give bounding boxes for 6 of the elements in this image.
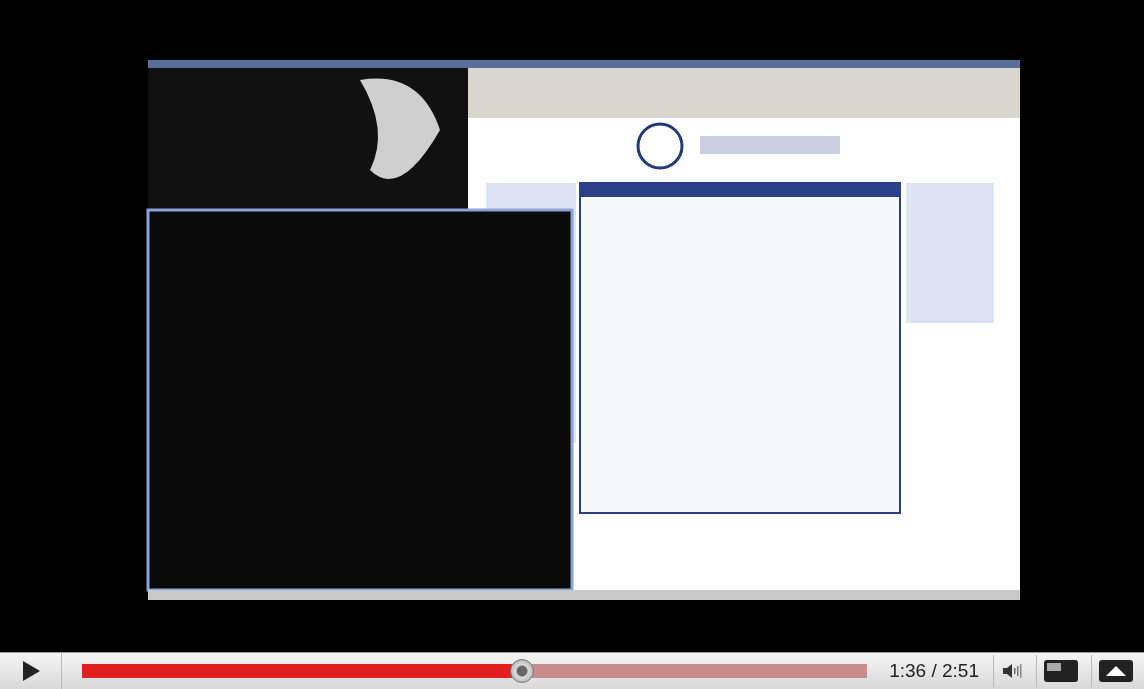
expand-icon xyxy=(1098,659,1134,683)
time-display: 1:36 / 2:51 xyxy=(889,660,979,682)
play-icon xyxy=(20,660,41,682)
window-size-icon xyxy=(1043,659,1079,683)
speaker-icon xyxy=(1000,661,1024,681)
seek-handle[interactable] xyxy=(509,659,534,683)
